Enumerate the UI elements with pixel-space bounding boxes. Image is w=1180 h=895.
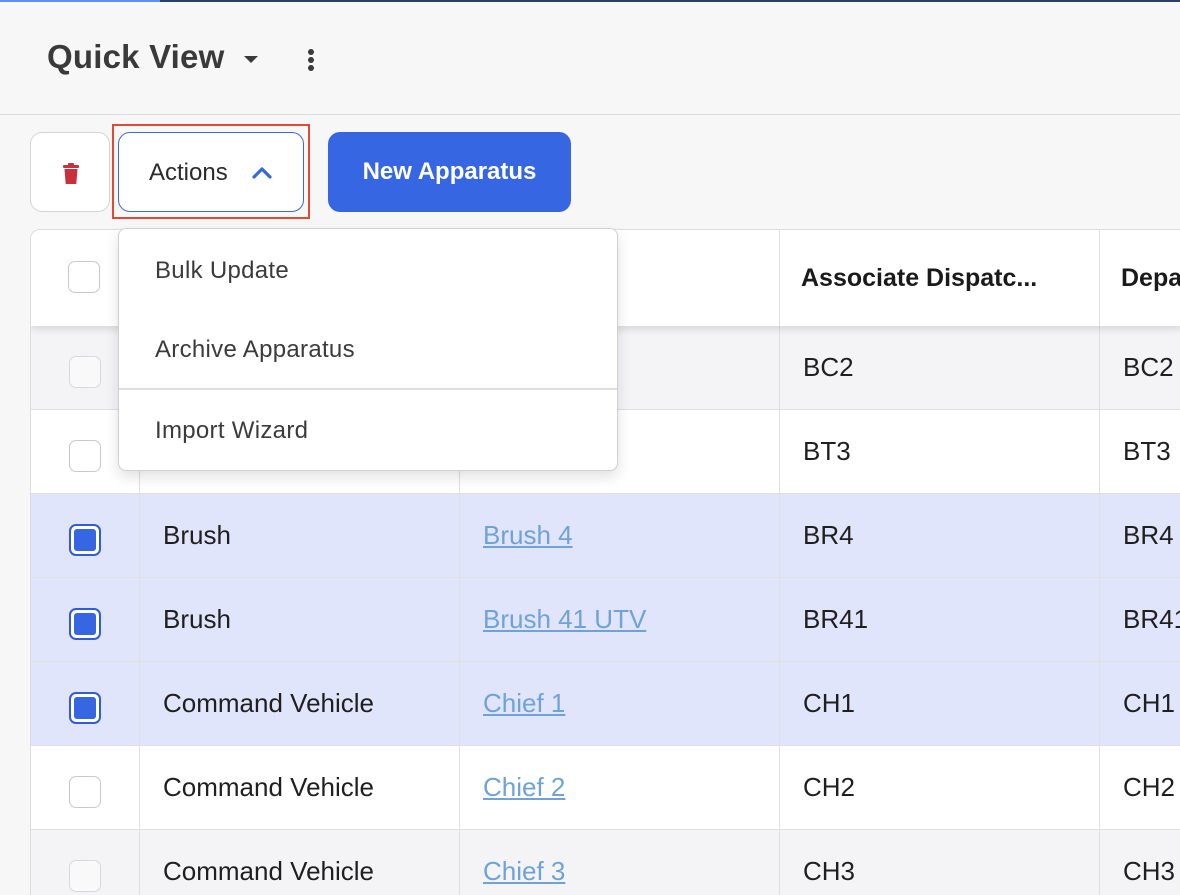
row-checkbox[interactable] [69, 860, 101, 892]
actions-dropdown-menu: Bulk Update Archive Apparatus Import Wiz… [118, 228, 618, 471]
header-department-col[interactable]: Depa [1100, 230, 1180, 326]
row-checkbox[interactable] [69, 356, 101, 388]
chevron-up-icon [252, 167, 272, 179]
page-header: Quick View [0, 2, 1180, 115]
page-title: Quick View [47, 38, 225, 75]
menu-item-import-wizard[interactable]: Import Wizard [119, 399, 617, 459]
apparatus-link[interactable]: Brush 41 UTV [483, 604, 646, 635]
row-checkbox[interactable] [69, 608, 101, 640]
apparatus-link[interactable]: Chief 3 [483, 856, 565, 887]
new-apparatus-label: New Apparatus [362, 158, 537, 185]
row-checkbox[interactable] [69, 440, 101, 472]
trash-icon [63, 163, 79, 184]
view-caret-down-icon[interactable] [244, 56, 258, 63]
row-checkbox[interactable] [69, 692, 101, 724]
row-checkbox[interactable] [69, 776, 101, 808]
table-row[interactable]: Command Vehicle Chief 3 CH3 CH3 [31, 830, 1180, 895]
apparatus-link[interactable]: Brush 4 [483, 520, 573, 551]
kebab-menu-icon[interactable] [305, 49, 317, 75]
apparatus-link[interactable]: Chief 1 [483, 688, 565, 719]
select-all-checkbox[interactable] [68, 261, 100, 293]
actions-button[interactable]: Actions [118, 132, 304, 212]
table-row[interactable]: Command Vehicle Chief 1 CH1 CH1 [31, 662, 1180, 746]
table-row[interactable]: Brush Brush 41 UTV BR41 BR41 [31, 578, 1180, 662]
header-associate-dispatch-col[interactable]: Associate Dispatc... [780, 230, 1100, 326]
new-apparatus-button[interactable]: New Apparatus [328, 132, 571, 212]
delete-button[interactable] [30, 132, 110, 212]
actions-button-label: Actions [149, 159, 228, 186]
menu-item-bulk-update[interactable]: Bulk Update [119, 239, 617, 299]
row-checkbox[interactable] [69, 524, 101, 556]
menu-divider [119, 388, 617, 390]
table-row[interactable]: Brush Brush 4 BR4 BR4 [31, 494, 1180, 578]
table-row[interactable]: Command Vehicle Chief 2 CH2 CH2 [31, 746, 1180, 830]
apparatus-link[interactable]: Chief 2 [483, 772, 565, 803]
menu-item-archive-apparatus[interactable]: Archive Apparatus [119, 319, 617, 379]
